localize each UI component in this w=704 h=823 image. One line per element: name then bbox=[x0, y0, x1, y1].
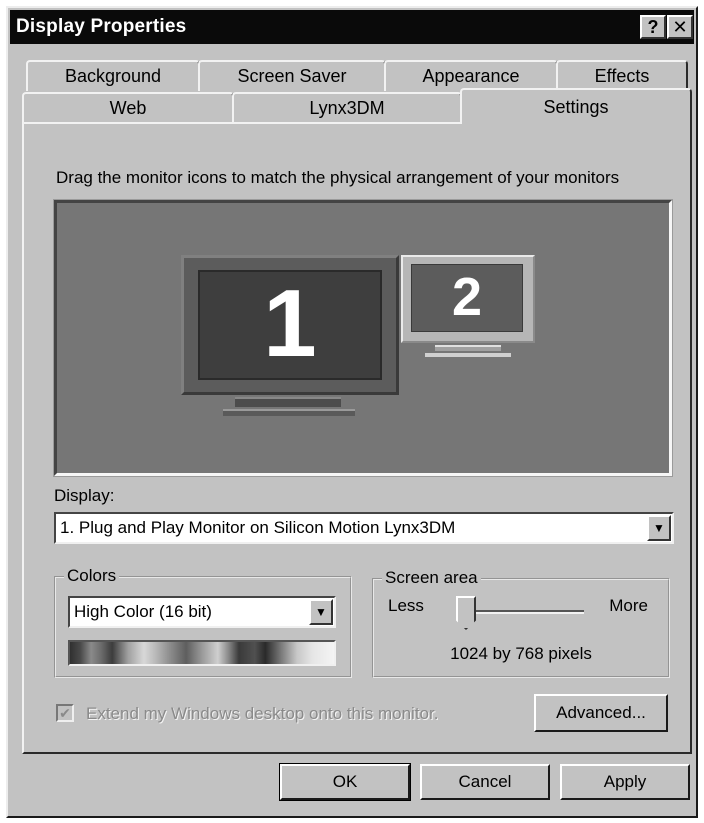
display-dropdown-button[interactable]: ▼ bbox=[647, 515, 671, 541]
color-depth-preview-bar bbox=[68, 640, 336, 666]
monitor-1-screen: 1 bbox=[198, 270, 382, 380]
arrangement-instruction: Drag the monitor icons to match the phys… bbox=[56, 168, 620, 187]
screen-area-slider-thumb[interactable] bbox=[456, 596, 476, 630]
tab-web[interactable]: Web bbox=[22, 92, 234, 123]
more-label: More bbox=[609, 596, 648, 615]
tab-screen-saver[interactable]: Screen Saver bbox=[198, 60, 386, 91]
display-label: Display: bbox=[54, 486, 115, 505]
tab-lynx3dm[interactable]: Lynx3DM bbox=[232, 92, 462, 123]
chevron-down-icon: ▼ bbox=[653, 521, 665, 535]
monitor-2-icon[interactable]: 2 bbox=[401, 255, 535, 343]
title-bar[interactable]: Display Properties ? ✕ bbox=[10, 10, 694, 44]
ok-button-label: OK bbox=[332, 772, 358, 791]
colors-group-title: Colors bbox=[64, 566, 120, 586]
monitor-2-number: 2 bbox=[451, 267, 483, 327]
display-properties-window: Display Properties ? ✕ Background Screen… bbox=[6, 6, 698, 818]
advanced-button-label: Advanced... bbox=[556, 703, 646, 722]
tab-settings[interactable]: Settings bbox=[460, 88, 692, 124]
checkmark-icon: ✔ bbox=[59, 704, 71, 721]
monitor-2-stand bbox=[435, 345, 501, 351]
cancel-button-label: Cancel bbox=[458, 772, 512, 791]
close-icon: ✕ bbox=[672, 17, 688, 37]
resolution-text: 1024 by 768 pixels bbox=[450, 644, 592, 663]
monitor-2-foot bbox=[425, 353, 511, 357]
close-button[interactable]: ✕ bbox=[667, 15, 693, 39]
window-title: Display Properties bbox=[16, 16, 187, 37]
cancel-button[interactable]: Cancel bbox=[420, 764, 550, 800]
screen-area-group: Screen area Less More 1024 by 768 pixels bbox=[372, 568, 670, 678]
display-select-value: 1. Plug and Play Monitor on Silicon Moti… bbox=[60, 518, 456, 537]
monitor-1-icon[interactable]: 1 bbox=[181, 255, 399, 395]
monitor-arrangement-preview[interactable]: 1 2 bbox=[53, 199, 673, 477]
apply-button[interactable]: Apply bbox=[560, 764, 690, 800]
colors-select[interactable]: High Color (16 bit) ▼ bbox=[68, 596, 336, 628]
extend-desktop-label: Extend my Windows desktop onto this moni… bbox=[86, 704, 439, 723]
advanced-button[interactable]: Advanced... bbox=[534, 694, 668, 732]
monitor-2-screen: 2 bbox=[411, 264, 523, 332]
less-label: Less bbox=[388, 596, 424, 615]
tab-background[interactable]: Background bbox=[26, 60, 200, 91]
ok-button[interactable]: OK bbox=[279, 763, 411, 801]
apply-button-label: Apply bbox=[603, 772, 647, 791]
screen-area-group-title: Screen area bbox=[382, 568, 481, 588]
tab-effects[interactable]: Effects bbox=[556, 60, 688, 91]
colors-group: Colors High Color (16 bit) ▼ bbox=[54, 566, 352, 678]
screen-area-slider-track[interactable] bbox=[466, 610, 584, 614]
settings-panel: Drag the monitor icons to match the phys… bbox=[22, 122, 692, 754]
help-button[interactable]: ? bbox=[640, 15, 666, 39]
monitor-1-foot bbox=[223, 409, 355, 416]
chevron-down-icon: ▼ bbox=[315, 605, 327, 619]
colors-select-value: High Color (16 bit) bbox=[74, 602, 212, 621]
colors-dropdown-button[interactable]: ▼ bbox=[309, 599, 333, 625]
extend-desktop-checkbox[interactable]: ✔ bbox=[56, 704, 74, 722]
tab-appearance[interactable]: Appearance bbox=[384, 60, 558, 91]
monitor-1-stand bbox=[235, 397, 341, 407]
display-select[interactable]: 1. Plug and Play Monitor on Silicon Moti… bbox=[54, 512, 674, 544]
monitor-1-number: 1 bbox=[263, 270, 317, 377]
